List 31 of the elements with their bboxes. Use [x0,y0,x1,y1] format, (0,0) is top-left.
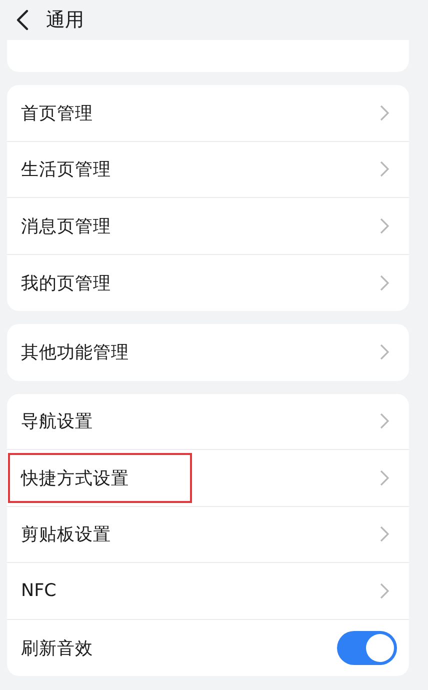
row-label: 消息页管理 [21,216,111,238]
row-label: NFC [21,580,56,601]
chevron-icon [380,344,389,360]
chevron-icon [380,413,389,430]
chevron-icon [380,526,389,542]
chevron-icon [380,274,389,291]
chevron-icon [380,161,389,178]
settings-row[interactable]: 快捷方式设置 [7,450,409,506]
row-label: 我的页管理 [21,272,111,295]
settings-row[interactable]: 我的页管理 [7,254,409,311]
toggle-switch[interactable] [337,630,397,665]
row-label: 刷新音效 [21,638,93,660]
settings-row[interactable]: 消息页管理 [7,198,409,254]
settings-row[interactable]: NFC [7,563,409,620]
chevron-icon [380,470,389,486]
chevron-icon [380,582,389,599]
row-label: 生活页管理 [21,159,111,182]
settings-row[interactable]: 生活页管理 [7,142,409,198]
settings-row[interactable]: 剪贴板设置 [7,506,409,563]
settings-row[interactable]: 首页管理 [7,85,409,142]
page-title: 通用 [46,8,84,33]
settings-row[interactable]: 其他功能管理 [7,324,409,380]
row-label: 剪贴板设置 [21,524,111,546]
row-label: 快捷方式设置 [21,468,129,490]
settings-row[interactable]: 刷新音效 [7,620,409,676]
settings-row[interactable]: 导航设置 [7,394,409,450]
row-label: 导航设置 [21,411,93,434]
row-label: 首页管理 [21,102,93,125]
chevron-icon [380,218,389,234]
row-label: 其他功能管理 [21,342,129,364]
chevron-icon [380,104,389,121]
